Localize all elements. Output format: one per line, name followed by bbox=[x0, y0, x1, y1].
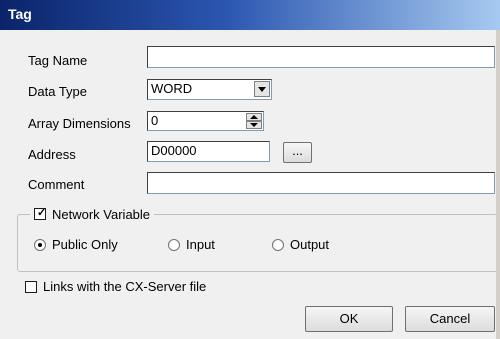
data-type-label: Data Type bbox=[28, 84, 88, 99]
radio-unselected-icon bbox=[272, 238, 284, 251]
links-cx-server-checkbox[interactable] bbox=[25, 280, 37, 293]
links-cx-server-option[interactable]: Links with the CX-Server file bbox=[25, 279, 206, 294]
data-type-select[interactable]: WORD bbox=[147, 79, 272, 100]
network-variable-legend: ✓ Network Variable bbox=[30, 206, 155, 222]
tag-dialog: Tag Tag Name Data Type WORD Array Dimens… bbox=[0, 0, 500, 339]
radio-output-label: Output bbox=[290, 237, 330, 252]
links-cx-server-label: Links with the CX-Server file bbox=[43, 279, 207, 294]
browse-address-button[interactable]: ... bbox=[283, 142, 312, 163]
address-input[interactable]: D00000 bbox=[147, 141, 270, 162]
tag-name-label: Tag Name bbox=[28, 53, 88, 68]
ok-button[interactable]: OK bbox=[305, 306, 393, 332]
spin-up-icon[interactable] bbox=[246, 113, 262, 121]
radio-public-only-label: Public Only bbox=[52, 237, 118, 252]
radio-input-label: Input bbox=[186, 237, 215, 252]
radio-output[interactable]: Output bbox=[272, 237, 329, 252]
title-bar: Tag bbox=[0, 0, 500, 30]
window-title: Tag bbox=[8, 6, 32, 22]
checkmark-icon: ✓ bbox=[37, 207, 47, 219]
array-dimensions-label: Array Dimensions bbox=[28, 116, 131, 131]
radio-public-only[interactable]: Public Only bbox=[34, 237, 118, 252]
radio-selected-icon bbox=[34, 238, 46, 251]
tag-name-input[interactable] bbox=[147, 46, 495, 68]
array-dimensions-spinner[interactable] bbox=[246, 113, 262, 129]
address-label: Address bbox=[28, 147, 76, 162]
radio-unselected-icon bbox=[168, 238, 180, 251]
array-dimensions-value: 0 bbox=[151, 113, 159, 128]
cancel-button[interactable]: Cancel bbox=[405, 306, 495, 332]
radio-input[interactable]: Input bbox=[168, 237, 215, 252]
chevron-down-icon[interactable] bbox=[254, 81, 270, 97]
array-dimensions-input[interactable]: 0 bbox=[147, 111, 264, 131]
comment-input[interactable] bbox=[147, 172, 495, 194]
window-border bbox=[496, 30, 500, 339]
comment-label: Comment bbox=[28, 177, 85, 192]
data-type-value: WORD bbox=[151, 81, 193, 96]
network-variable-checkbox[interactable]: ✓ bbox=[34, 207, 47, 220]
network-variable-label: Network Variable bbox=[52, 206, 151, 222]
spin-down-icon[interactable] bbox=[246, 121, 262, 129]
